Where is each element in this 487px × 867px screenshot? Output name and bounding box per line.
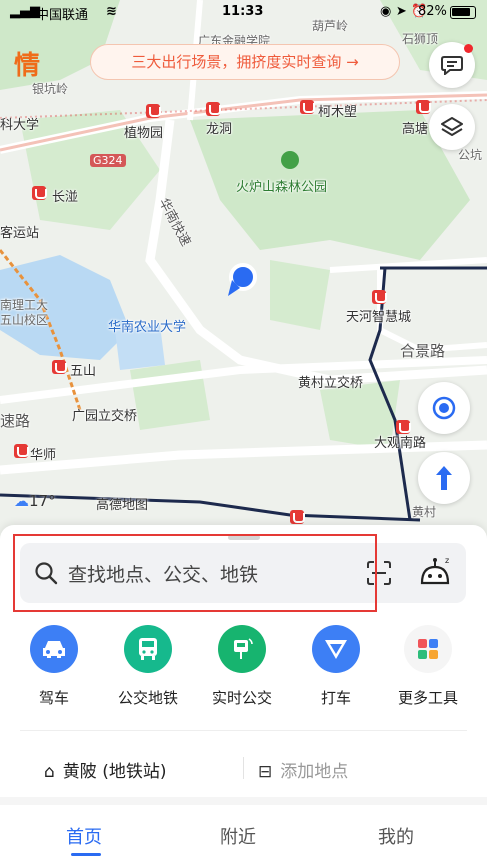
clock: 11:33 (222, 4, 264, 19)
map-label: 黄村立交桥 (298, 376, 364, 391)
map-label: 五山 (70, 364, 97, 379)
tool-taxi[interactable]: 打车 (296, 625, 376, 708)
status-bar: ▂▄▆ 中国联通 ≋ 11:33 ◉ ➤ ⏰ 82% (0, 0, 487, 26)
map-label: 长湴 (52, 190, 79, 205)
section-gap (0, 797, 487, 805)
tool-label: 打车 (320, 689, 351, 707)
map-canvas[interactable] (0, 0, 487, 560)
map-label: 五山校区 (0, 313, 49, 327)
notification-dot (464, 44, 473, 53)
map-label: 高塘 (402, 122, 429, 137)
metro-station-icon (300, 100, 315, 114)
cloud-icon: ☁ (14, 492, 29, 510)
layers-button[interactable] (429, 104, 475, 150)
map-label: 合景路 (400, 342, 446, 360)
activity-logo[interactable]: 情 (14, 45, 40, 82)
home-shortcut[interactable]: ⌂ 黄陂 (地铁站) (44, 757, 166, 782)
svg-text:z: z (445, 556, 449, 565)
divider (243, 757, 244, 779)
map-label: 火炉山森林公园 (236, 180, 328, 195)
map-label: 柯木塱 (318, 105, 358, 120)
tab-home[interactable]: 首页 (66, 823, 102, 849)
tab-mine[interactable]: 我的 (378, 823, 414, 849)
realtime-bus-icon (218, 625, 266, 673)
tab-nearby[interactable]: 附近 (220, 823, 256, 849)
map-label: 植物园 (124, 126, 164, 141)
add-place-button[interactable]: ⊟ 添加地点 (258, 757, 348, 782)
metro-station-icon (372, 290, 387, 304)
metro-station-icon (416, 100, 431, 114)
map-label: 科大学 (0, 118, 40, 133)
assistant-robot-icon[interactable]: z (418, 555, 452, 589)
bus-icon (124, 625, 172, 673)
map-label: 广园立交桥 (72, 409, 138, 424)
weather-temp: 17° (29, 492, 56, 510)
map-label: 速路 (0, 412, 31, 430)
map-label: 黄村 (412, 505, 437, 519)
car-icon (30, 625, 78, 673)
highlight-box (13, 534, 377, 612)
battery-percent: 82% (418, 4, 447, 19)
metro-station-icon (396, 420, 411, 434)
route-button[interactable] (418, 452, 470, 504)
battery-icon (450, 6, 476, 19)
map-label: 公坑 (458, 148, 483, 162)
map-label: 华南农业大学 (108, 320, 187, 335)
map-provider-logo: 高德地图 (96, 498, 149, 513)
layers-icon (441, 117, 463, 136)
briefcase-icon: ⊟ (258, 762, 273, 782)
tool-transit[interactable]: 公交地铁 (108, 625, 188, 708)
bottom-sheet[interactable]: 查找地点、公交、地铁 z 驾车 公交地铁 实时公交 打车 更多工具 ⌂ 黄陂 (… (0, 525, 487, 867)
highway-badge: G324 (90, 154, 126, 167)
grid-apps-icon (404, 625, 452, 673)
tool-label: 公交地铁 (117, 689, 178, 707)
map-label: 石狮顶 (402, 32, 439, 46)
active-tab-indicator (71, 853, 101, 856)
tool-label: 实时公交 (211, 689, 272, 707)
map-label: 龙洞 (206, 122, 233, 137)
metro-station-icon (146, 104, 161, 118)
locate-icon (432, 396, 456, 420)
carrier-name: 中国联通 (36, 8, 89, 23)
metro-station-icon (14, 444, 29, 458)
home-icon: ⌂ (44, 762, 55, 782)
metro-station-icon (206, 102, 221, 116)
add-place-label: 添加地点 (280, 762, 349, 782)
map-label: 银坑岭 (32, 82, 69, 96)
chat-icon (441, 56, 463, 75)
tool-label: 更多工具 (397, 689, 458, 707)
tool-more[interactable]: 更多工具 (388, 625, 468, 708)
crowd-info-banner[interactable]: 三大出行场景，拥挤度实时查询 → (90, 44, 400, 80)
map-view[interactable]: 银坑岭 广东金融学院 葫芦岭 石狮顶 科大学 植物园 龙洞 柯木塱 高塘 公坑 … (0, 0, 487, 560)
metro-station-icon (32, 186, 47, 200)
wifi-icon: ≋ (106, 4, 117, 19)
metro-station-icon (52, 360, 67, 374)
tool-label: 驾车 (38, 689, 69, 707)
taxi-icon (312, 625, 360, 673)
metro-station-icon (290, 510, 305, 524)
map-label: 华师 (30, 448, 57, 463)
map-label: 天河智慧城 (346, 310, 412, 325)
weather-widget[interactable]: ☁17° (14, 492, 56, 510)
message-button[interactable] (429, 42, 475, 88)
locate-me-button[interactable] (418, 382, 470, 434)
home-place-label: 黄陂 (地铁站) (62, 762, 167, 782)
route-arrow-icon (436, 466, 452, 490)
tool-realtime-bus[interactable]: 实时公交 (202, 625, 282, 708)
tool-drive[interactable]: 驾车 (14, 625, 94, 708)
divider (20, 730, 467, 731)
map-label: 大观南路 (374, 436, 427, 451)
map-label: 客运站 (0, 226, 40, 241)
